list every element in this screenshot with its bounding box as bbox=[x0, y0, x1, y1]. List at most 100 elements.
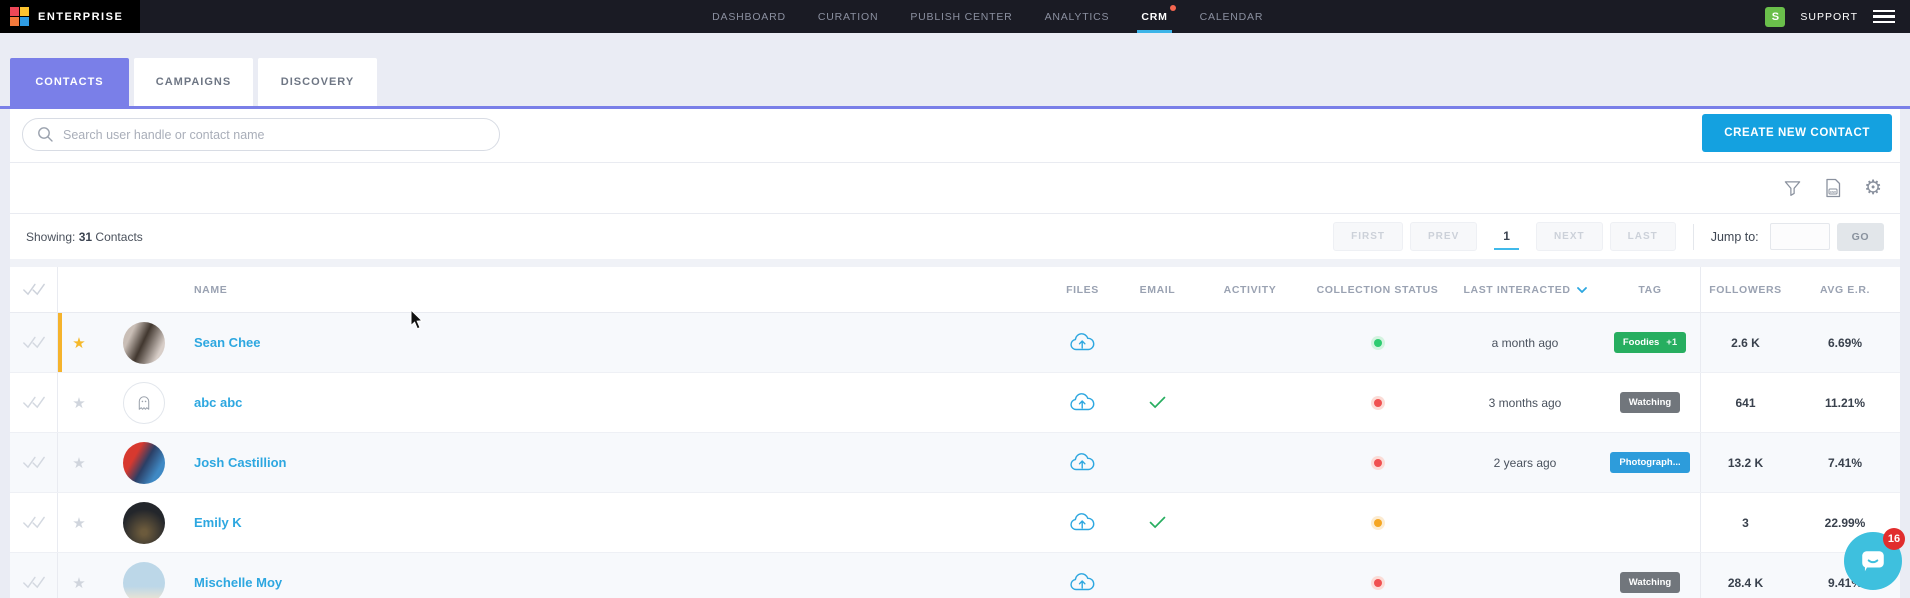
tag-cell[interactable]: Foodies+1 bbox=[1600, 332, 1700, 353]
collection-status-cell[interactable] bbox=[1305, 399, 1450, 407]
tag-cell[interactable]: Watching bbox=[1600, 572, 1700, 593]
column-header-name[interactable]: NAME bbox=[188, 284, 1045, 296]
showing-label: Showing: bbox=[26, 230, 75, 244]
support-link[interactable]: SUPPORT bbox=[1800, 11, 1858, 23]
row-select-checkbox[interactable] bbox=[10, 373, 58, 432]
pagination-current-page[interactable]: 1 bbox=[1494, 223, 1519, 250]
contact-name-link[interactable]: Josh Castillion bbox=[188, 455, 1045, 470]
email-verified-check-icon bbox=[1149, 396, 1166, 409]
tag-cell[interactable]: Watching bbox=[1600, 392, 1700, 413]
pagination-first-button[interactable]: FIRST bbox=[1333, 222, 1403, 251]
column-header-last-interacted[interactable]: LAST INTERACTED bbox=[1450, 284, 1600, 296]
nav-item-crm[interactable]: CRM bbox=[1125, 0, 1183, 33]
cloud-upload-icon bbox=[1069, 572, 1096, 593]
collection-status-cell[interactable] bbox=[1305, 339, 1450, 347]
avg-er-value: 11.21% bbox=[1790, 396, 1900, 410]
tab-campaigns[interactable]: CAMPAIGNS bbox=[134, 58, 253, 106]
favorite-star-icon[interactable]: ★ bbox=[72, 454, 85, 472]
favorite-star-icon[interactable]: ★ bbox=[72, 334, 85, 352]
table-row[interactable]: ★ abc abc 3 months ago Watching bbox=[10, 373, 1900, 433]
avatar[interactable] bbox=[123, 442, 165, 484]
settings-gear-icon[interactable]: ⚙ bbox=[1864, 178, 1882, 198]
row-select-checkbox[interactable] bbox=[10, 493, 58, 552]
table-row[interactable]: ★ Josh Castillion 2 years ago Photograph… bbox=[10, 433, 1900, 493]
export-csv-icon[interactable]: csv bbox=[1824, 178, 1842, 198]
table-header: NAME FILES EMAIL ACTIVITY COLLECTION STA… bbox=[10, 267, 1900, 313]
favorite-star-icon[interactable]: ★ bbox=[72, 514, 85, 532]
column-header-files[interactable]: FILES bbox=[1045, 284, 1120, 296]
files-cell[interactable] bbox=[1045, 572, 1120, 593]
contact-name-link[interactable]: abc abc bbox=[188, 395, 1045, 410]
contact-name-link[interactable]: Emily K bbox=[188, 515, 1045, 530]
avatar-ghost[interactable] bbox=[123, 382, 165, 424]
followers-value: 13.2 K bbox=[1700, 433, 1790, 492]
select-all-checkbox[interactable] bbox=[10, 267, 58, 312]
search-icon bbox=[37, 126, 54, 143]
column-header-followers[interactable]: FOLLOWERS bbox=[1700, 267, 1790, 312]
brand-logo-block[interactable]: ENTERPRISE bbox=[0, 0, 140, 33]
row-select-checkbox[interactable] bbox=[10, 433, 58, 492]
last-interacted-label: LAST INTERACTED bbox=[1464, 284, 1571, 296]
nav-item-dashboard[interactable]: DASHBOARD bbox=[696, 0, 802, 33]
cloud-upload-icon bbox=[1069, 452, 1096, 473]
avatar[interactable] bbox=[123, 502, 165, 544]
collection-status-cell[interactable] bbox=[1305, 459, 1450, 467]
favorite-star-icon[interactable]: ★ bbox=[72, 574, 85, 592]
column-header-collection-status[interactable]: COLLECTION STATUS bbox=[1305, 284, 1450, 296]
filter-icon[interactable] bbox=[1783, 179, 1802, 198]
jump-to-label: Jump to: bbox=[1711, 230, 1759, 244]
jump-to-input[interactable] bbox=[1770, 223, 1830, 250]
table-row[interactable]: ★ Emily K 3 22.99% bbox=[10, 493, 1900, 553]
tab-discovery[interactable]: DISCOVERY bbox=[258, 58, 377, 106]
status-dot-red-icon bbox=[1374, 399, 1382, 407]
status-dot-orange-icon bbox=[1374, 519, 1382, 527]
collection-status-cell[interactable] bbox=[1305, 579, 1450, 587]
table-row[interactable]: ★ Mischelle Moy Watching 28.4 K 9.41% bbox=[10, 553, 1900, 598]
files-cell[interactable] bbox=[1045, 512, 1120, 533]
nav-item-curation[interactable]: CURATION bbox=[802, 0, 894, 33]
files-cell[interactable] bbox=[1045, 392, 1120, 413]
hamburger-menu-icon[interactable] bbox=[1873, 10, 1895, 24]
pagination-prev-button[interactable]: PREV bbox=[1410, 222, 1477, 251]
tag-badge[interactable]: Watching bbox=[1620, 392, 1680, 413]
column-header-email[interactable]: EMAIL bbox=[1120, 284, 1195, 296]
jump-go-button[interactable]: GO bbox=[1837, 223, 1884, 251]
favorite-star-icon[interactable]: ★ bbox=[72, 394, 85, 412]
double-check-icon bbox=[22, 282, 46, 298]
email-cell bbox=[1120, 396, 1195, 409]
column-header-activity[interactable]: ACTIVITY bbox=[1195, 284, 1305, 296]
nav-item-calendar[interactable]: CALENDAR bbox=[1184, 0, 1280, 33]
contact-name-link[interactable]: Sean Chee bbox=[188, 335, 1045, 350]
create-new-contact-button[interactable]: CREATE NEW CONTACT bbox=[1702, 114, 1892, 152]
showing-count: Showing: 31 Contacts bbox=[26, 230, 143, 244]
avatar[interactable] bbox=[123, 322, 165, 364]
cloud-upload-icon bbox=[1069, 332, 1096, 353]
nav-right-section: S SUPPORT bbox=[1765, 0, 1910, 33]
tag-label: Foodies bbox=[1623, 337, 1659, 348]
row-select-checkbox[interactable] bbox=[10, 553, 58, 598]
search-input[interactable] bbox=[22, 118, 500, 151]
files-cell[interactable] bbox=[1045, 332, 1120, 353]
avg-er-value: 22.99% bbox=[1790, 516, 1900, 530]
account-badge[interactable]: S bbox=[1765, 7, 1785, 27]
tag-cell[interactable]: Photograph... bbox=[1600, 452, 1700, 473]
column-header-tag[interactable]: TAG bbox=[1600, 284, 1700, 296]
contact-name-link[interactable]: Mischelle Moy bbox=[188, 575, 1045, 590]
status-dot-red-icon bbox=[1374, 579, 1382, 587]
cloud-upload-icon bbox=[1069, 512, 1096, 533]
pagination-next-button[interactable]: NEXT bbox=[1536, 222, 1603, 251]
tab-contacts[interactable]: CONTACTS bbox=[10, 58, 129, 106]
chat-widget-button[interactable]: 16 bbox=[1844, 532, 1902, 590]
tag-badge[interactable]: Foodies+1 bbox=[1614, 332, 1686, 353]
collection-status-cell[interactable] bbox=[1305, 519, 1450, 527]
column-header-avg-er[interactable]: AVG E.R. bbox=[1790, 284, 1900, 296]
nav-item-publish-center[interactable]: PUBLISH CENTER bbox=[894, 0, 1028, 33]
avatar[interactable] bbox=[123, 562, 165, 598]
tag-badge[interactable]: Watching bbox=[1620, 572, 1680, 593]
row-select-checkbox[interactable] bbox=[10, 313, 58, 372]
files-cell[interactable] bbox=[1045, 452, 1120, 473]
pagination-last-button[interactable]: LAST bbox=[1610, 222, 1676, 251]
tag-badge[interactable]: Photograph... bbox=[1610, 452, 1689, 473]
nav-item-analytics[interactable]: ANALYTICS bbox=[1029, 0, 1126, 33]
table-row[interactable]: ★ Sean Chee a month ago Foodies+1 2.6 K … bbox=[10, 313, 1900, 373]
